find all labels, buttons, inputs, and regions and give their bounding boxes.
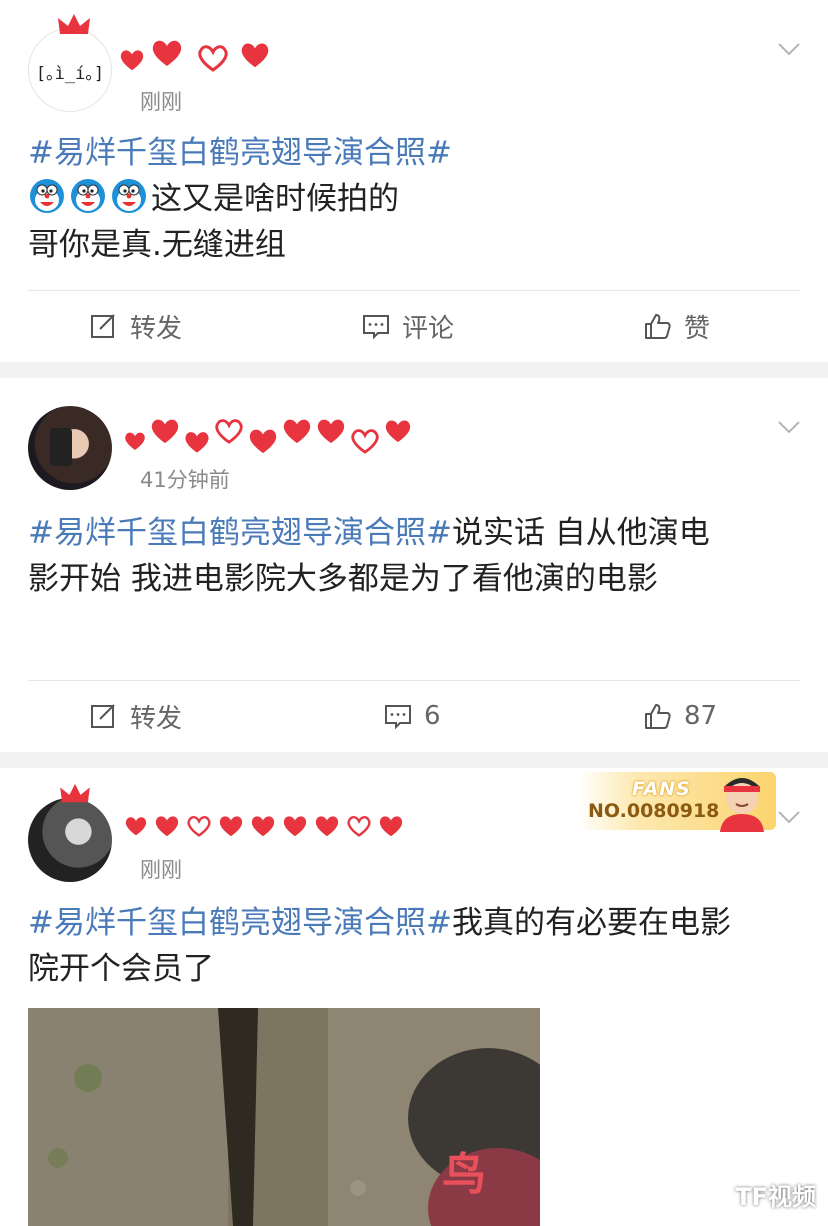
like-button[interactable]: 87 xyxy=(644,696,717,736)
comment-button[interactable]: 评论 xyxy=(362,306,454,346)
post-time: 刚刚 xyxy=(140,90,182,114)
post-line: 我真的有必要在电影 xyxy=(451,905,731,941)
fans-label: FANS xyxy=(632,778,691,800)
username[interactable] xyxy=(118,30,270,76)
heart-icon xyxy=(186,815,212,837)
avatar[interactable]: [｡ì_í｡] xyxy=(28,28,112,112)
heart-icon xyxy=(346,815,372,837)
comment-icon xyxy=(363,315,389,340)
photo-caption: 鸟 xyxy=(442,1149,486,1200)
avatar-text: [｡ì_í｡] xyxy=(35,64,105,84)
heart-icon xyxy=(250,815,276,837)
comment-button[interactable]: 6 xyxy=(384,696,441,736)
heart-icon xyxy=(282,815,308,837)
heart-icon xyxy=(154,815,180,837)
fans-badge[interactable]: FANS NO.0080918 xyxy=(578,768,776,832)
like-count: 87 xyxy=(684,701,718,731)
crown-icon xyxy=(60,783,90,803)
heart-icon xyxy=(316,418,346,444)
thumbs-up-icon xyxy=(645,704,671,729)
divider xyxy=(28,680,800,681)
post-line: 这又是啥时候拍的 xyxy=(151,181,399,217)
post-line: 说实话 自从他演电 xyxy=(451,515,710,551)
username[interactable] xyxy=(124,408,412,454)
post-text: #易烊千玺白鹤亮翅导演合照# 这又是啥时候拍的 哥你是真.无缝进组 xyxy=(28,130,808,268)
fan-avatar-icon xyxy=(720,778,764,832)
heart-icon xyxy=(150,418,180,444)
fans-number: NO.0080918 xyxy=(588,800,720,822)
divider xyxy=(28,290,800,291)
post-text: #易烊千玺白鹤亮翅导演合照#说实话 自从他演电 影开始 我进电影院大多都是为了看… xyxy=(28,510,808,602)
chevron-down-icon[interactable] xyxy=(776,804,802,830)
repost-label: 转发 xyxy=(130,703,183,734)
heart-icon xyxy=(184,430,210,454)
post-image[interactable]: 鸟 xyxy=(28,1008,540,1226)
avatar[interactable] xyxy=(28,798,112,882)
topic-link[interactable]: #易烊千玺白鹤亮翅导演合照# xyxy=(28,135,452,171)
comment-icon xyxy=(385,705,411,730)
like-button[interactable]: 赞 xyxy=(644,306,710,346)
doraemon-emoji-icon xyxy=(110,177,148,215)
comment-count: 6 xyxy=(424,701,441,731)
username[interactable] xyxy=(124,798,424,854)
doraemon-emoji-icon xyxy=(28,177,66,215)
thumbs-up-icon xyxy=(645,314,671,339)
post-line: 院开个会员了 xyxy=(28,951,214,987)
heart-icon xyxy=(248,428,278,454)
heart-icon xyxy=(196,44,230,72)
heart-icon xyxy=(240,41,270,69)
post-time: 41分钟前 xyxy=(140,468,230,492)
post-card: 41分钟前 #易烊千玺白鹤亮翅导演合照#说实话 自从他演电 影开始 我进电影院大… xyxy=(0,378,828,752)
repost-label: 转发 xyxy=(130,313,183,344)
comment-label: 评论 xyxy=(402,313,455,344)
chevron-down-icon[interactable] xyxy=(776,414,802,440)
repost-button[interactable]: 转发 xyxy=(90,696,182,736)
heart-icon xyxy=(214,418,244,444)
post-card: FANS NO.0080918 刚刚 #易烊千玺白鹤亮翅导演合照#我真的有必要在… xyxy=(0,768,828,1226)
post-card: [｡ì_í｡] 刚刚 #易烊千玺白鹤亮翅导演合照# 这又是啥时候拍的 哥你是真.… xyxy=(0,0,828,362)
post-line: 哥你是真.无缝进组 xyxy=(28,227,286,263)
heart-icon xyxy=(218,815,244,837)
chevron-down-icon[interactable] xyxy=(776,36,802,62)
post-time: 刚刚 xyxy=(140,858,182,882)
heart-icon xyxy=(314,815,340,837)
avatar[interactable] xyxy=(28,406,112,490)
post-text: #易烊千玺白鹤亮翅导演合照#我真的有必要在电影 院开个会员了 xyxy=(28,900,808,992)
like-label: 赞 xyxy=(684,313,711,344)
watermark: TF视频 xyxy=(735,1183,816,1211)
heart-icon xyxy=(150,39,184,67)
heart-icon xyxy=(124,431,146,451)
doraemon-emoji-icon xyxy=(69,177,107,215)
heart-icon xyxy=(378,815,404,837)
edit-icon xyxy=(91,704,115,728)
heart-icon xyxy=(282,418,312,444)
heart-icon xyxy=(350,428,380,454)
crown-icon xyxy=(58,14,90,34)
heart-icon xyxy=(124,816,148,836)
heart-icon xyxy=(384,419,412,443)
post-line: 影开始 我进电影院大多都是为了看他演的电影 xyxy=(28,561,658,597)
topic-link[interactable]: #易烊千玺白鹤亮翅导演合照# xyxy=(28,905,452,941)
avatar-phone xyxy=(50,428,72,466)
repost-button[interactable]: 转发 xyxy=(90,306,182,346)
heart-icon xyxy=(118,49,146,71)
topic-link[interactable]: #易烊千玺白鹤亮翅导演合照# xyxy=(28,515,452,551)
edit-icon xyxy=(91,314,115,338)
